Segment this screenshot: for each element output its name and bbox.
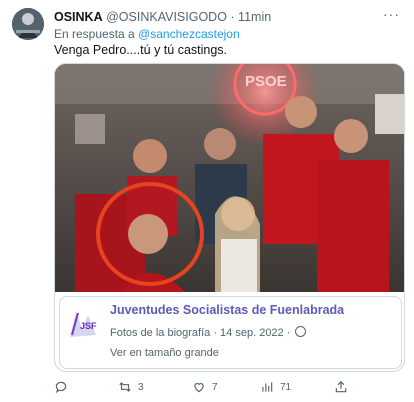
- like-count: 7: [212, 381, 218, 393]
- author-handle[interactable]: @OSINKAVISIGODO: [106, 10, 227, 24]
- tweet-actions: 3 7 71: [54, 380, 354, 396]
- timestamp[interactable]: · 11min: [230, 10, 271, 24]
- views-chart-icon: [262, 382, 273, 392]
- like-button[interactable]: 7: [192, 380, 218, 394]
- reply-context: En respuesta a @sanchezcastejon: [54, 27, 240, 41]
- embed-subtitle-text: Fotos de la biografía · 14 sep. 2022 ·: [110, 327, 291, 339]
- retweet-button[interactable]: 3: [118, 380, 144, 394]
- tweet-text: Venga Pedro....tú y tú castings.: [54, 43, 228, 57]
- reply-button[interactable]: [54, 380, 68, 394]
- heart-icon: [194, 383, 204, 393]
- neon-sign: PSOE: [245, 73, 287, 90]
- photo-illustration: PSOE: [55, 64, 404, 292]
- globe-icon: [295, 326, 307, 337]
- views-count: 71: [280, 381, 292, 393]
- tweet[interactable]: OSINKA @OSINKAVISIGODO · 11min ··· En re…: [0, 0, 414, 402]
- embed-subtitle: Fotos de la biografía · 14 sep. 2022 ·: [110, 326, 307, 339]
- share-button[interactable]: [334, 380, 348, 394]
- views-button[interactable]: 71: [260, 380, 291, 394]
- media-card[interactable]: PSOE JSF Juventudes Socialistas de Fuenl…: [54, 63, 405, 372]
- group-photo[interactable]: PSOE: [55, 64, 404, 292]
- author-name[interactable]: OSINKA: [54, 10, 103, 24]
- more-dots-icon[interactable]: ···: [383, 6, 400, 22]
- retweet-icon: [119, 382, 131, 392]
- reply-prefix: En respuesta a: [54, 27, 135, 41]
- facebook-embed[interactable]: JSF Juventudes Socialistas de Fuenlabrad…: [59, 296, 402, 369]
- embed-title[interactable]: Juventudes Socialistas de Fuenlabrada: [110, 303, 344, 317]
- tweet-header: OSINKA @OSINKAVISIGODO · 11min: [54, 10, 271, 24]
- reply-mention-link[interactable]: @sanchezcastejon: [138, 27, 240, 41]
- reply-icon: [55, 381, 67, 394]
- jsf-logo-text: JSF: [80, 321, 97, 331]
- share-icon: [335, 380, 347, 393]
- jsf-logo: JSF: [66, 307, 104, 341]
- retweet-count: 3: [138, 381, 144, 393]
- avatar[interactable]: [12, 8, 44, 40]
- view-larger-link[interactable]: Ver en tamaño grande: [110, 347, 219, 359]
